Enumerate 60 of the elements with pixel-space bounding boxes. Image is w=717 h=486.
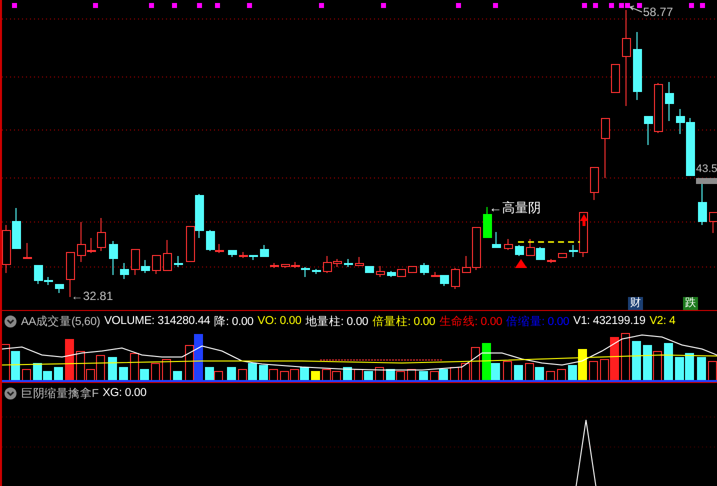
candlestick	[526, 238, 535, 256]
candlestick	[451, 268, 460, 290]
indicator-value: XG: 0.00	[102, 387, 146, 399]
candlestick	[66, 252, 75, 298]
collapse-icon[interactable]	[4, 386, 17, 400]
candlestick	[633, 32, 642, 100]
signal-spike-line	[576, 420, 596, 486]
candlestick	[355, 256, 364, 266]
triangle-marker-icon	[515, 259, 527, 268]
candlestick	[186, 226, 195, 262]
candlestick	[152, 254, 161, 274]
indicator-value: 降: 0.00	[214, 314, 254, 328]
candlestick	[55, 284, 64, 294]
candlestick	[709, 212, 717, 234]
candlestick	[23, 242, 32, 260]
candlestick	[260, 244, 269, 258]
candlestick	[270, 262, 279, 268]
indicator-title: AA成交量(5,60)	[21, 314, 100, 328]
indicator-value: VO: 0.00	[257, 315, 302, 327]
candlestick	[12, 208, 21, 250]
candlestick	[558, 252, 567, 258]
candlestick	[547, 258, 556, 264]
indicator-value: 生命线: 0.00	[439, 314, 502, 328]
candlestick	[601, 118, 610, 178]
candlestick	[420, 262, 429, 276]
candlestick	[312, 268, 321, 274]
candlestick	[665, 82, 674, 122]
candlestick	[698, 182, 707, 226]
price-marker-bar	[696, 178, 717, 184]
high-price-label: 58.77	[643, 5, 674, 19]
candlestick	[536, 246, 545, 260]
indicator-value: 地量柱: 0.00	[305, 314, 368, 328]
indicator-value: V1: 432199.19	[573, 315, 646, 327]
candlestick	[228, 250, 237, 258]
collapse-icon[interactable]	[4, 314, 17, 328]
indicator-value: 倍缩量: 0.00	[506, 314, 570, 328]
indicator-value: V2: 4	[649, 315, 676, 327]
candlestick	[109, 240, 118, 276]
signal-badge: 财	[628, 297, 643, 310]
low-price-label: ←32.81	[71, 289, 114, 303]
candlestick	[515, 244, 524, 256]
candlestick	[163, 240, 172, 272]
last-price-label: 43.5	[696, 162, 717, 176]
candlestick	[590, 166, 599, 200]
candlestick	[195, 194, 204, 238]
candlestick	[120, 262, 129, 280]
up-arrow-icon	[580, 214, 588, 226]
signal-badge: 跌	[683, 297, 698, 310]
candlestick	[376, 266, 385, 278]
candlestick	[611, 64, 620, 94]
indicator-title: 巨阴缩量擒拿F	[21, 386, 99, 400]
indicator-value: VOLUME: 314280.44	[104, 315, 210, 327]
candlestick	[344, 258, 353, 268]
candlestick	[174, 256, 183, 268]
indicator-value: 倍量柱: 0.00	[372, 314, 436, 328]
dashed-level-line	[518, 241, 580, 243]
candle-annotation: ←高量阴	[489, 200, 541, 215]
candlestick	[504, 238, 513, 250]
candlestick	[2, 224, 11, 274]
pointer-arrow-icon	[630, 6, 642, 12]
